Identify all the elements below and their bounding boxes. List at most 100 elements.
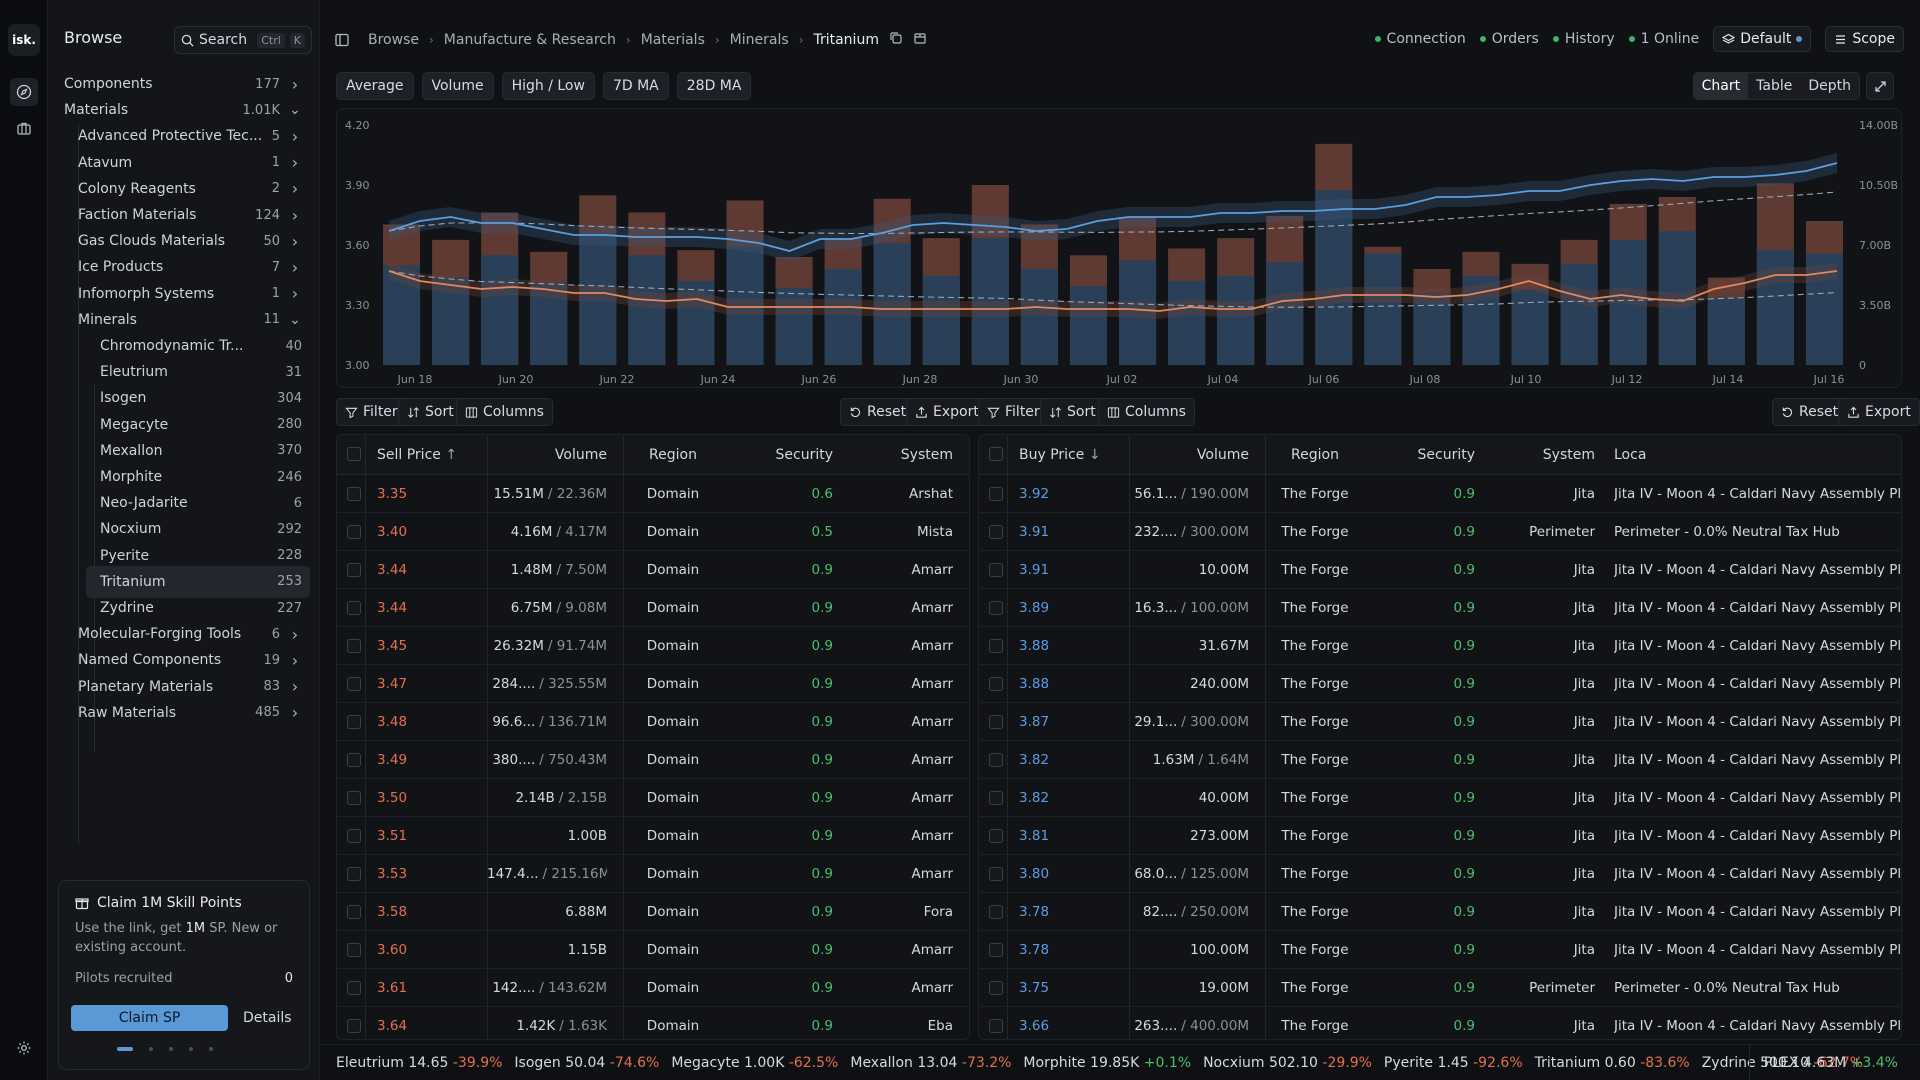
table-row[interactable]: 3.91 232..../ 300.00M The Forge 0.9 Perimete… [979,513,1901,551]
table-row[interactable]: 3.404.16M/ 4.17MDomain0.5MistaMista V - … [337,513,969,551]
row-checkbox[interactable] [347,525,361,539]
row-checkbox[interactable] [989,867,1003,881]
column-header[interactable]: Sell Price ↑ [377,435,457,475]
row-checkbox[interactable] [989,525,1003,539]
row-checkbox[interactable] [989,639,1003,653]
profile-selector[interactable]: Default [1713,26,1812,52]
table-row[interactable]: 3.80 68.0.../ 125.00M The Forge 0.9 Jita Jita… [979,855,1901,893]
chevron-right-icon[interactable]: › [284,703,306,722]
status-item[interactable]: Orders [1479,31,1539,47]
row-checkbox[interactable] [989,943,1003,957]
table-row[interactable]: 3.53147.4.../ 215.16MDomain0.9AmarrAmarr… [337,855,969,893]
row-checkbox[interactable] [989,487,1003,501]
filter-button[interactable]: Filter [978,398,1049,426]
table-row[interactable]: 3.3515.51M/ 22.36MDomain0.6ArshatArshat … [337,475,969,513]
ticker-item[interactable]: Pyerite 1.45 -92.6% [1384,1055,1523,1071]
table-row[interactable]: 3.441.48M/ 7.50MDomain0.9AmarrAmarr VIII… [337,551,969,589]
row-checkbox[interactable] [347,753,361,767]
row-checkbox[interactable] [347,791,361,805]
sort-button[interactable]: Sort [1040,398,1105,426]
column-header[interactable]: Security [1375,435,1476,475]
chevron-right-icon[interactable]: › [284,677,306,696]
table-row[interactable]: 3.91 10.00M The Forge 0.9 Jita Jita IV - Moon… [979,551,1901,589]
row-checkbox[interactable] [989,677,1003,691]
chevron-right-icon[interactable]: › [284,284,306,303]
scope-button[interactable]: Scope [1825,26,1904,52]
row-checkbox[interactable] [347,829,361,843]
breadcrumb-item[interactable]: Manufacture & Research [444,32,616,48]
ticker-item[interactable]: Nocxium 502.10 -29.9% [1203,1055,1372,1071]
details-button[interactable]: Details [243,1005,292,1031]
filter-button[interactable]: Filter [336,398,407,426]
column-header[interactable]: Volume [487,435,607,475]
view-tab[interactable]: Chart [1693,73,1749,99]
briefcase-icon[interactable] [10,114,38,142]
column-header[interactable]: Buy Price ↓ [1019,435,1099,475]
select-all-checkbox[interactable] [347,447,361,461]
table-row[interactable]: 3.78 100.00M The Forge 0.9 Jita Jita IV - Moo… [979,931,1901,969]
export-button[interactable]: Export [1838,398,1920,426]
table-row[interactable]: 3.511.00BDomain0.9AmarrAmarr VIII (Oris)… [337,817,969,855]
table-row[interactable]: 3.78 82..../ 250.00M The Forge 0.9 Jita Jita … [979,893,1901,931]
row-checkbox[interactable] [989,563,1003,577]
row-checkbox[interactable] [347,715,361,729]
carousel-dot[interactable] [189,1047,193,1051]
table-row[interactable]: 3.92 56.1.../ 190.00M The Forge 0.9 Jita Jita… [979,475,1901,513]
expand-icon[interactable] [1866,72,1894,100]
indicator-toggle[interactable]: Volume [421,72,494,100]
column-header[interactable]: Volume [1129,435,1249,475]
table-row[interactable]: 3.82 1.63M/ 1.64M The Forge 0.9 Jita Jita IV … [979,741,1901,779]
status-item[interactable]: 1 Online [1628,31,1699,47]
sidebar-toggle-icon[interactable] [334,32,350,48]
sort-button[interactable]: Sort [398,398,463,426]
chevron-right-icon[interactable]: › [284,625,306,644]
carousel-dot[interactable] [149,1047,153,1051]
reset-button[interactable]: Reset [840,398,916,426]
select-all-checkbox[interactable] [989,447,1003,461]
table-row[interactable]: 3.4896.6.../ 136.71MDomain0.9AmarrAmarr … [337,703,969,741]
chevron-right-icon[interactable]: › [284,127,306,146]
chevron-right-icon[interactable]: › [284,75,306,94]
table-row[interactable]: 3.47284..../ 325.55MDomain0.9AmarrAmarr … [337,665,969,703]
column-header[interactable]: Security [733,435,834,475]
export-button[interactable]: Export [906,398,988,426]
row-checkbox[interactable] [989,981,1003,995]
ticker-item[interactable]: Megacyte 1.00K -62.5% [671,1055,838,1071]
row-checkbox[interactable] [989,829,1003,843]
ticker-item[interactable]: Isogen 50.04 -74.6% [514,1055,659,1071]
table-row[interactable]: 3.88 31.67M The Forge 0.9 Jita Jita IV - Moon… [979,627,1901,665]
chevron-right-icon[interactable]: › [284,206,306,225]
table-row[interactable]: 3.82 40.00M The Forge 0.9 Jita Jita IV - Moon… [979,779,1901,817]
plex-ticker[interactable]: PLEX 4.63M +3.4% [1748,1045,1898,1080]
table-row[interactable]: 3.87 29.1.../ 300.00M The Forge 0.9 Jita Jita… [979,703,1901,741]
table-row[interactable]: 3.49380..../ 750.43MDomain0.9AmarrAmarr … [337,741,969,779]
app-logo[interactable]: isk. [8,24,40,56]
columns-button[interactable]: Columns [1098,398,1195,426]
table-row[interactable]: 3.4526.32M/ 91.74MDomain0.9AmarrAmarr VI… [337,627,969,665]
compass-icon[interactable] [10,78,38,106]
column-header[interactable]: Region [1265,435,1365,475]
table-row[interactable]: 3.586.88MDomain0.9ForaFora V - Moon 3 - … [337,893,969,931]
copy-icon[interactable] [889,31,903,49]
table-row[interactable]: 3.81 273.00M The Forge 0.9 Jita Jita IV - Moo… [979,817,1901,855]
price-history-chart[interactable]: 4.20 3.90 3.60 3.30 3.00 14.00B 10.50B 7.00B 3.5… [336,108,1902,388]
table-row[interactable]: 3.641.42K/ 1.63KDomain0.9EbaEba VIII - M… [337,1007,969,1039]
table-row[interactable]: 3.66 263..../ 400.00M The Forge 0.9 Jita Jita… [979,1007,1901,1039]
indicator-toggle[interactable]: High / Low [501,72,595,100]
column-header[interactable]: System [843,435,953,475]
breadcrumb-item[interactable]: Tritanium [813,32,878,48]
table-row[interactable]: 3.89 16.3.../ 100.00M The Forge 0.9 Jita Jita… [979,589,1901,627]
chevron-right-icon[interactable]: › [284,651,306,670]
table-row[interactable]: 3.601.15BDomain0.9AmarrAmarr VIII (Oris)… [337,931,969,969]
ticker-item[interactable]: Mexallon 13.04 -73.2% [850,1055,1011,1071]
row-checkbox[interactable] [347,867,361,881]
view-tab[interactable]: Table [1748,73,1800,99]
row-checkbox[interactable] [347,601,361,615]
row-checkbox[interactable] [989,791,1003,805]
ticker-item[interactable]: Morphite 19.85K +0.1% [1023,1055,1191,1071]
row-checkbox[interactable] [989,601,1003,615]
row-checkbox[interactable] [347,487,361,501]
table-row[interactable]: 3.88 240.00M The Forge 0.9 Jita Jita IV - Moo… [979,665,1901,703]
table-row[interactable]: 3.61142..../ 143.62MDomain0.9AmarrAmarr … [337,969,969,1007]
row-checkbox[interactable] [347,905,361,919]
